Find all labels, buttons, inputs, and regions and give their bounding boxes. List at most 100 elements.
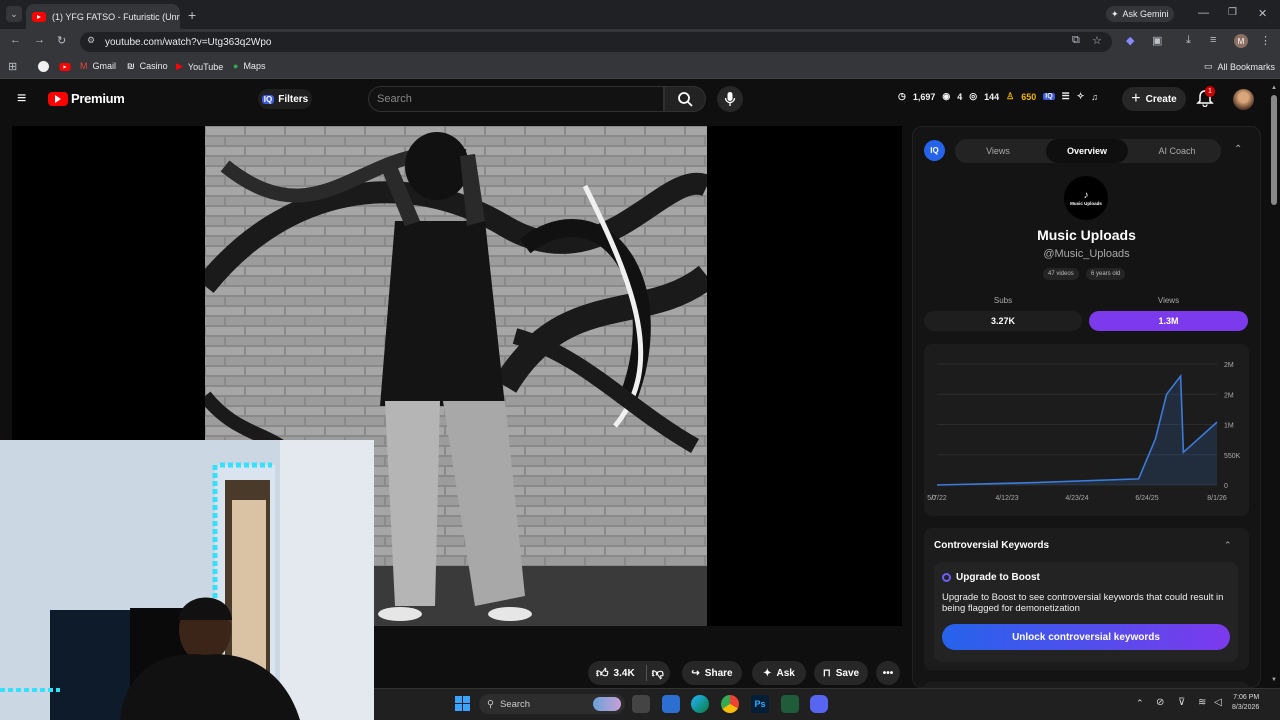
like-count[interactable]: 3.4K <box>614 668 635 679</box>
edge-icon[interactable] <box>691 695 709 713</box>
search-input[interactable]: Search <box>368 86 664 112</box>
profile-avatar[interactable]: M <box>1234 34 1248 48</box>
site-info-icon[interactable]: ⚙ <box>87 35 95 46</box>
search-button[interactable] <box>664 86 706 112</box>
stat-value: 4 <box>957 91 963 102</box>
chart-x-tick-label: 5/7/22 <box>927 495 947 502</box>
chart-y-tick-label: 1M <box>1224 423 1234 430</box>
tab-search-icon[interactable]: ⌄ <box>6 6 22 22</box>
bell-small-icon[interactable]: ♫ <box>1091 92 1098 102</box>
account-avatar[interactable] <box>1233 89 1254 110</box>
chart-area-fill <box>937 376 1217 485</box>
url-field[interactable]: ⚙ youtube.com/watch?v=Utg363q2Wpo ⧉ ☆ <box>80 32 1112 52</box>
cast-icon[interactable]: ✧ <box>1077 91 1085 102</box>
save-button[interactable]: ⊓ Save <box>814 661 868 685</box>
back-icon[interactable]: ← <box>10 34 21 46</box>
discord-icon[interactable] <box>810 695 828 713</box>
extension-icon[interactable]: ◆ <box>1126 34 1134 47</box>
channel-age-chip: 6 years old <box>1086 268 1126 280</box>
scroll-down-icon[interactable]: ▼ <box>1271 677 1277 683</box>
ask-gemini-button[interactable]: ✦ Ask Gemini <box>1106 6 1174 22</box>
photoshop-icon[interactable]: Ps <box>751 695 769 713</box>
github-icon[interactable] <box>38 61 49 72</box>
bookmarks-bar: ⊞ M Gmail ₪ Casino ▶ YouTube ● Maps ▭ All Boo… <box>0 55 1280 79</box>
bookmark-star-icon[interactable]: ☆ <box>1092 34 1102 47</box>
taskbar-search-label: Search <box>499 698 531 710</box>
gemini-icon: ✦ <box>1111 8 1119 19</box>
search-highlight-icon <box>593 697 621 711</box>
iq-icon[interactable]: IQ <box>1043 93 1055 100</box>
youtube-premium-logo[interactable]: Premium <box>48 91 125 106</box>
channel-avatar[interactable]: ♪ Music Uploads <box>1064 176 1108 220</box>
extensions-puzzle-icon[interactable]: ▣ <box>1152 34 1162 47</box>
brand-label: Premium <box>71 91 125 106</box>
list-icon[interactable]: ☰ <box>1062 91 1070 102</box>
taskbar-search-icon: ⚲ <box>487 698 494 710</box>
all-bookmarks[interactable]: ▭ All Bookmarks <box>1204 61 1275 72</box>
filters-button[interactable]: IQ Filters <box>258 89 312 109</box>
voice-search-button[interactable] <box>717 86 743 112</box>
forward-icon[interactable]: → <box>34 34 45 46</box>
store-icon[interactable] <box>662 695 680 713</box>
bookmark-label: Gmail <box>92 61 117 71</box>
views-toggle[interactable]: 1.3M <box>1089 311 1248 331</box>
collapse-keywords-icon[interactable]: ⌃ <box>1224 540 1232 551</box>
ask-button[interactable]: ✦ Ask <box>752 661 806 685</box>
tab-active[interactable]: (1) YFG FATSO - Futuristic (Unr ✕ <box>26 4 180 29</box>
upgrade-title: Upgrade to Boost <box>956 572 1040 583</box>
bookmark-gmail[interactable]: M Gmail <box>80 61 116 71</box>
youtube-icon: ▶ <box>176 61 183 71</box>
channel-handle: @Music_Uploads <box>1043 248 1130 260</box>
share-button[interactable]: ↪ Share <box>682 661 742 685</box>
unlock-keywords-button[interactable]: Unlock controversial keywords <box>942 624 1230 650</box>
tab-ai-coach[interactable]: AI Coach <box>1138 139 1216 163</box>
views-line-chart: 2M2M1M550K05/7/22 4/12/23 4/23/24 6/24/25 8/… <box>927 362 1240 502</box>
notifications-button[interactable]: 1 <box>1196 86 1216 109</box>
iq-badge: IQ <box>924 140 945 161</box>
maps-pin-icon: ● <box>233 61 239 71</box>
browser-tab-strip: ⌄ (1) YFG FATSO - Futuristic (Unr ✕ + ✦A… <box>0 0 1280 29</box>
wifi-icon[interactable]: ≋ <box>1198 697 1206 708</box>
bookmark-casino[interactable]: ₪ Casino <box>127 61 168 71</box>
new-tab-icon[interactable]: + <box>188 7 196 23</box>
taskbar-search[interactable]: ⚲ Search <box>479 694 625 714</box>
app-green-icon[interactable] <box>781 695 799 713</box>
subs-label: Subs <box>993 296 1013 305</box>
reload-icon[interactable]: ↻ <box>57 34 66 47</box>
maximize-icon[interactable]: ❐ <box>1228 7 1237 18</box>
page-scrollbar[interactable]: ▲ ▼ <box>1268 81 1280 688</box>
browser-menu-icon[interactable]: ⋮ <box>1260 34 1271 47</box>
volume-icon[interactable]: ◁ <box>1214 697 1222 708</box>
like-icon[interactable]: 👍︎ <box>596 666 609 681</box>
chart-x-tick-label: 8/1/26 <box>1207 495 1227 502</box>
download-icon[interactable]: ⤓ <box>1186 34 1191 47</box>
tab-views[interactable]: Views <box>960 139 1036 163</box>
bookmark-maps[interactable]: ● Maps <box>233 61 265 71</box>
subs-toggle[interactable]: 3.27K <box>924 311 1082 331</box>
scrollbar-thumb[interactable] <box>1271 95 1277 205</box>
controversial-keywords-card: Controversial Keywords ⌃ Upgrade to Boos… <box>924 528 1249 670</box>
tray-mic-icon[interactable]: ⊽ <box>1178 697 1185 708</box>
hamburger-menu-icon[interactable]: ≡ <box>17 91 26 107</box>
install-icon[interactable]: ⧉ <box>1072 34 1080 47</box>
chrome-icon[interactable] <box>721 695 739 713</box>
create-button[interactable]: + Create <box>1122 87 1186 111</box>
window-close-icon[interactable]: ✕ <box>1258 7 1267 20</box>
scroll-up-icon[interactable]: ▲ <box>1271 85 1277 91</box>
dislike-icon[interactable]: 👎︎ <box>652 666 664 681</box>
tab-overview[interactable]: Overview <box>1046 139 1128 163</box>
youtube-bookmark-icon[interactable] <box>59 63 71 71</box>
task-view-icon[interactable] <box>632 695 650 713</box>
media-icon[interactable]: ≡ <box>1210 34 1216 46</box>
tray-chevron-icon[interactable]: ⌃ <box>1136 698 1144 709</box>
more-actions-button[interactable]: ••• <box>876 661 900 685</box>
bookmark-youtube[interactable]: ▶ YouTube <box>176 61 223 72</box>
collapse-chevron-icon[interactable]: ⌃ <box>1234 144 1242 155</box>
viewers-icon: ◎ <box>969 91 978 101</box>
minimize-icon[interactable]: — <box>1198 7 1209 19</box>
windows-start-icon[interactable] <box>455 696 470 711</box>
taskbar-clock[interactable]: 7:06 PM 8/3/2026 <box>1232 693 1259 713</box>
bookmark-icon: ⊓ <box>822 667 831 679</box>
apps-grid-icon[interactable]: ⊞ <box>8 60 17 73</box>
tray-app-icon[interactable]: ⊘ <box>1156 697 1164 708</box>
